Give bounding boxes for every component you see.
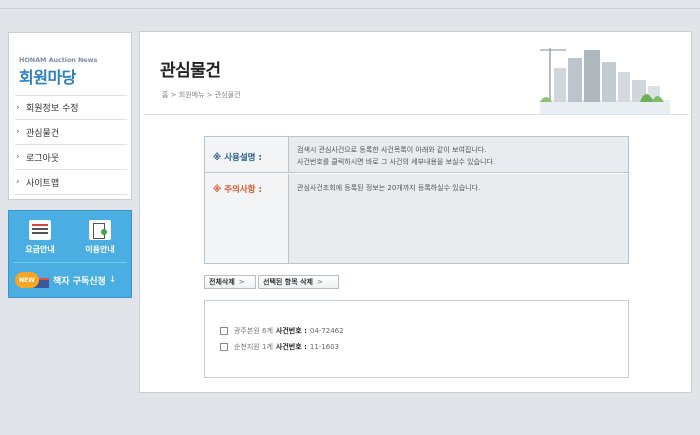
chevron-right-icon: › <box>16 102 20 113</box>
sidebar-item-label: 로그아웃 <box>26 153 60 164</box>
subscribe-button[interactable]: NEW 책자 구독신청 ↓ <box>15 267 127 293</box>
notice-line-1: 관심사건조회에 등록된 정보는 20개까지 등록하실수 있습니다. <box>297 184 481 192</box>
item-checkbox[interactable] <box>220 327 228 335</box>
new-badge: NEW <box>15 272 39 288</box>
sidebar-title: 회원마당 <box>19 68 76 87</box>
quick-links-panel: 요금안내 이용안내 NEW 책자 구독신청 ↓ <box>8 210 132 298</box>
list-item: 광주본원 6계 사건번호 : 04-72462 <box>220 326 344 336</box>
chevron-right-icon: > <box>316 278 323 286</box>
item-checkbox[interactable] <box>220 343 228 351</box>
price-guide-label: 요금안내 <box>25 245 55 254</box>
sidebar-item-label: 회원정보 수정 <box>26 104 79 114</box>
info-table: ※ 사용설명 : 검색시 관심사건으로 등록한 사건목록이 아래와 같이 보여집… <box>204 136 629 264</box>
sidebar: HONAM Auction News 회원마당 › 회원정보 수정 › 관심물건… <box>8 32 132 200</box>
price-guide-button[interactable]: 요금안내 <box>11 215 69 259</box>
main-panel: 관심물건 홈 > 회원메뉴 > 관심물건 ※ 사용설명 : 검색시 관심사건으로… <box>139 31 692 393</box>
usage-body: 검색시 관심사건으로 등록한 사건목록이 아래와 같이 보여집니다. 사건번호를… <box>289 137 628 172</box>
chevron-right-icon: › <box>16 127 20 137</box>
list-item: 순천지원 1계 사건번호 : 11-1603 <box>220 342 339 352</box>
notice-row: ※ 주의사항 : 관심사건조회에 등록된 정보는 20개까지 등록하실수 있습니… <box>205 174 628 263</box>
usage-guide-label: 이용안내 <box>85 245 115 254</box>
document-check-icon <box>89 220 111 240</box>
usage-guide-button[interactable]: 이용안내 <box>71 215 129 259</box>
header-divider <box>144 114 689 115</box>
sidebar-item-label: 사이트맵 <box>26 178 60 189</box>
chevron-right-icon: > <box>238 278 245 286</box>
page-title: 관심물건 <box>160 61 221 81</box>
notice-body: 관심사건조회에 등록된 정보는 20개까지 등록하실수 있습니다. <box>289 174 628 263</box>
usage-label: ※ 사용설명 : <box>213 153 262 163</box>
case-number-label: 사건번호 : <box>275 343 307 351</box>
case-number-link[interactable]: 11-1603 <box>310 343 339 351</box>
usage-row: ※ 사용설명 : 검색시 관심사건으로 등록한 사건목록이 아래와 같이 보여집… <box>205 137 628 173</box>
usage-line-2: 사건번호를 클릭하시면 바로 그 사건의 세부내용을 보실수 있습니다. <box>297 158 496 166</box>
case-number-label: 사건번호 : <box>275 327 307 335</box>
city-skyline-illustration <box>540 48 670 114</box>
sidebar-item-logout[interactable]: › 로그아웃 <box>15 145 127 170</box>
court-name: 광주본원 6계 <box>234 327 273 335</box>
chevron-right-icon: › <box>16 152 20 162</box>
download-icon: ↓ <box>108 275 117 285</box>
chevron-right-icon: › <box>16 177 20 187</box>
notice-label-cell: ※ 주의사항 : <box>205 174 289 263</box>
price-list-icon <box>29 220 51 240</box>
watchlist: 광주본원 6계 사건번호 : 04-72462 순천지원 1계 사건번호 : 1… <box>204 300 629 378</box>
breadcrumb: 홈 > 회원메뉴 > 관심물건 <box>162 91 241 99</box>
sidebar-item-sitemap[interactable]: › 사이트맵 <box>15 170 127 195</box>
brand-subtitle: HONAM Auction News <box>19 56 98 64</box>
sidebar-item-edit-profile[interactable]: › 회원정보 수정 <box>15 95 127 120</box>
notice-label: ※ 주의사항 : <box>213 185 262 195</box>
delete-selected-label: 선택된 항목 삭제 <box>263 278 313 286</box>
usage-line-1: 검색시 관심사건으로 등록한 사건목록이 아래와 같이 보여집니다. <box>297 146 487 154</box>
usage-label-cell: ※ 사용설명 : <box>205 137 289 172</box>
divider <box>13 262 127 263</box>
sidebar-item-label: 관심물건 <box>26 128 60 139</box>
case-number-link[interactable]: 04-72462 <box>310 327 344 335</box>
sidebar-menu: › 회원정보 수정 › 관심물건 › 로그아웃 › 사이트맵 <box>15 95 127 195</box>
delete-all-label: 전체삭제 <box>209 278 235 286</box>
court-name: 순천지원 1계 <box>234 343 273 351</box>
delete-selected-button[interactable]: 선택된 항목 삭제 > <box>258 275 339 289</box>
sidebar-item-watchlist[interactable]: › 관심물건 <box>15 120 127 145</box>
delete-all-button[interactable]: 전체삭제 > <box>204 275 256 289</box>
subscribe-label: 책자 구독신청 <box>53 276 106 287</box>
